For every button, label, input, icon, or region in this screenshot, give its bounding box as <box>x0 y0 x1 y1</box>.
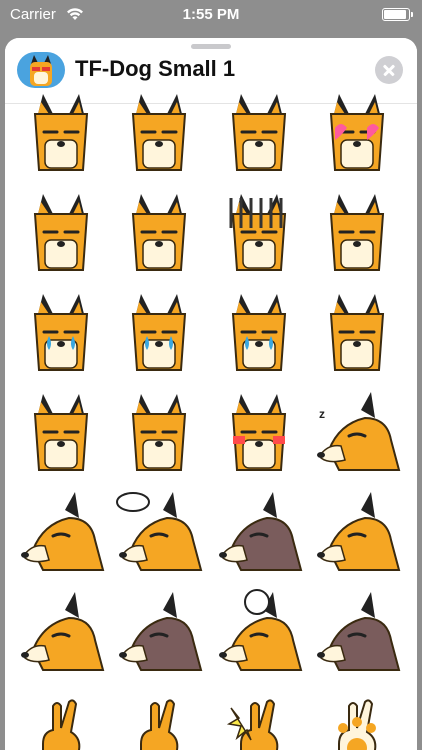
dog-puff-image <box>33 394 89 471</box>
dog-lying-dark-2-image <box>317 592 401 671</box>
dog-crying-sticker[interactable] <box>111 288 207 384</box>
dog-thinking-sticker[interactable] <box>111 488 207 584</box>
dog-puff-sticker[interactable] <box>13 388 109 484</box>
dog-peace-hand-image <box>42 699 81 750</box>
dog-lying-down-sticker[interactable] <box>13 588 109 684</box>
dog-teary-image <box>33 294 89 371</box>
dog-squint-image <box>329 194 385 271</box>
dog-paw-image <box>338 699 377 750</box>
dog-paw-sticker[interactable] <box>309 688 405 750</box>
dog-sleeping-sticker[interactable]: z <box>309 388 405 484</box>
dog-crying-image <box>131 294 187 371</box>
dog-pouting-hands-sticker[interactable] <box>13 88 109 184</box>
dog-lying-dark-sticker[interactable] <box>111 588 207 684</box>
dog-kiss-sticker[interactable] <box>211 88 307 184</box>
dog-squint-sticker[interactable] <box>309 188 405 284</box>
dog-lying-dark-2-sticker[interactable] <box>309 588 405 684</box>
dog-sigh-sticker[interactable] <box>309 288 405 384</box>
dog-scared-sticker[interactable] <box>111 88 207 184</box>
dog-heart-eyes-image <box>329 94 385 171</box>
dog-peace-hand-sticker[interactable] <box>13 688 109 750</box>
dog-sparkle-image <box>33 194 89 271</box>
dog-scared-image <box>131 94 187 171</box>
battery-icon <box>382 8 413 21</box>
sheet-title: TF-Dog Small 1 <box>75 56 236 81</box>
dog-ok-hand-image <box>140 699 179 750</box>
dog-thinking-image <box>116 492 203 571</box>
dog-lying-down-image <box>21 592 105 671</box>
dog-blush-sticker[interactable] <box>211 388 307 484</box>
dog-heart-eyes-sticker[interactable] <box>309 88 405 184</box>
drag-handle[interactable] <box>191 44 231 49</box>
dog-side-puff-sticker[interactable] <box>13 488 109 584</box>
status-time: 1:55 PM <box>182 6 240 23</box>
tf-dog-app-icon <box>17 52 65 88</box>
dog-thumbs-up-image <box>226 699 279 750</box>
dog-side-puff-image <box>21 492 105 571</box>
dog-gloom-lines-image <box>229 194 287 271</box>
dog-pouting-hands-image <box>33 94 89 171</box>
svg-text:z: z <box>319 407 325 421</box>
dog-wailing-sticker[interactable] <box>211 288 307 384</box>
dog-wailing-image <box>231 294 287 371</box>
dog-ok-hand-sticker[interactable] <box>111 688 207 750</box>
dog-angry-bubble-sticker[interactable] <box>211 588 307 684</box>
dog-sparkle-sticker[interactable] <box>13 188 109 284</box>
dog-lying-sticker[interactable] <box>309 488 405 584</box>
dog-lying-dark-image <box>119 592 203 671</box>
dog-sleeping-image: z <box>317 392 401 471</box>
dog-gloom-lines-sticker[interactable] <box>211 188 307 284</box>
sticker-sheet: TF-Dog Small 1 z <box>5 38 417 750</box>
dog-angry-bubble-image <box>219 589 303 671</box>
status-bar: Carrier 1:55 PM <box>0 0 422 30</box>
dog-sweat-surprised-sticker[interactable] <box>111 188 207 284</box>
dog-sigh-image <box>329 294 385 371</box>
dog-side-dark-sticker[interactable] <box>211 488 307 584</box>
phone-screen: Carrier 1:55 PM TF-Dog Small 1 z <box>0 0 422 750</box>
close-button[interactable] <box>375 56 403 84</box>
dog-fork-spoon-image <box>131 394 187 471</box>
dog-thumbs-up-sticker[interactable] <box>211 688 307 750</box>
dog-sweat-surprised-image <box>131 194 187 271</box>
dog-lying-image <box>317 492 401 571</box>
dog-side-dark-image <box>219 492 303 571</box>
dog-teary-sticker[interactable] <box>13 288 109 384</box>
dog-fork-spoon-sticker[interactable] <box>111 388 207 484</box>
dog-blush-image <box>231 394 287 471</box>
dog-kiss-image <box>231 94 287 171</box>
